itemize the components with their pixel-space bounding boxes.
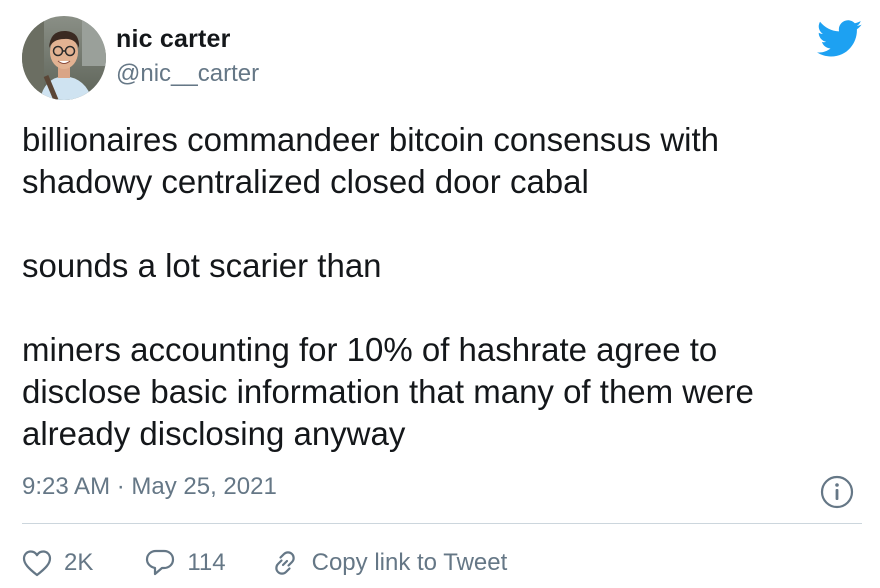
divider: [22, 523, 862, 524]
tweet-line: disclose basic information that many of …: [22, 373, 754, 410]
tweet-line: billionaires commandeer bitcoin consensu…: [22, 121, 720, 158]
reply-count: 114: [187, 549, 226, 576]
speech-bubble-icon: [146, 549, 175, 576]
tweet-line: sounds a lot scarier than: [22, 247, 382, 284]
tweet-body: billionaires commandeer bitcoin consensu…: [22, 119, 862, 455]
heart-icon: [22, 550, 52, 577]
tweet-line: shadowy centralized closed door cabal: [22, 163, 589, 200]
author-handle[interactable]: @nic__carter: [116, 60, 259, 88]
info-icon[interactable]: [819, 474, 855, 510]
avatar[interactable]: [22, 16, 106, 100]
twitter-bird-icon[interactable]: [816, 20, 863, 58]
link-icon: [274, 551, 295, 575]
tweet-timestamp[interactable]: 9:23 AM · May 25, 2021: [22, 473, 277, 501]
like-button[interactable]: 2K: [22, 549, 93, 577]
copy-link-button[interactable]: Copy link to Tweet: [270, 548, 508, 578]
copy-link-label: Copy link to Tweet: [311, 549, 508, 576]
tweet-line: already disclosing anyway: [22, 415, 406, 452]
like-count: 2K: [64, 549, 94, 576]
author-name[interactable]: nic carter: [116, 25, 231, 54]
reply-button[interactable]: 114: [145, 548, 226, 578]
action-bar: 2K 114 Copy link to Tweet: [22, 545, 507, 581]
tweet-line: miners accounting for 10% of hashrate ag…: [22, 331, 718, 368]
tweet-card: nic carter @nic__carter billionaires com…: [0, 0, 880, 588]
